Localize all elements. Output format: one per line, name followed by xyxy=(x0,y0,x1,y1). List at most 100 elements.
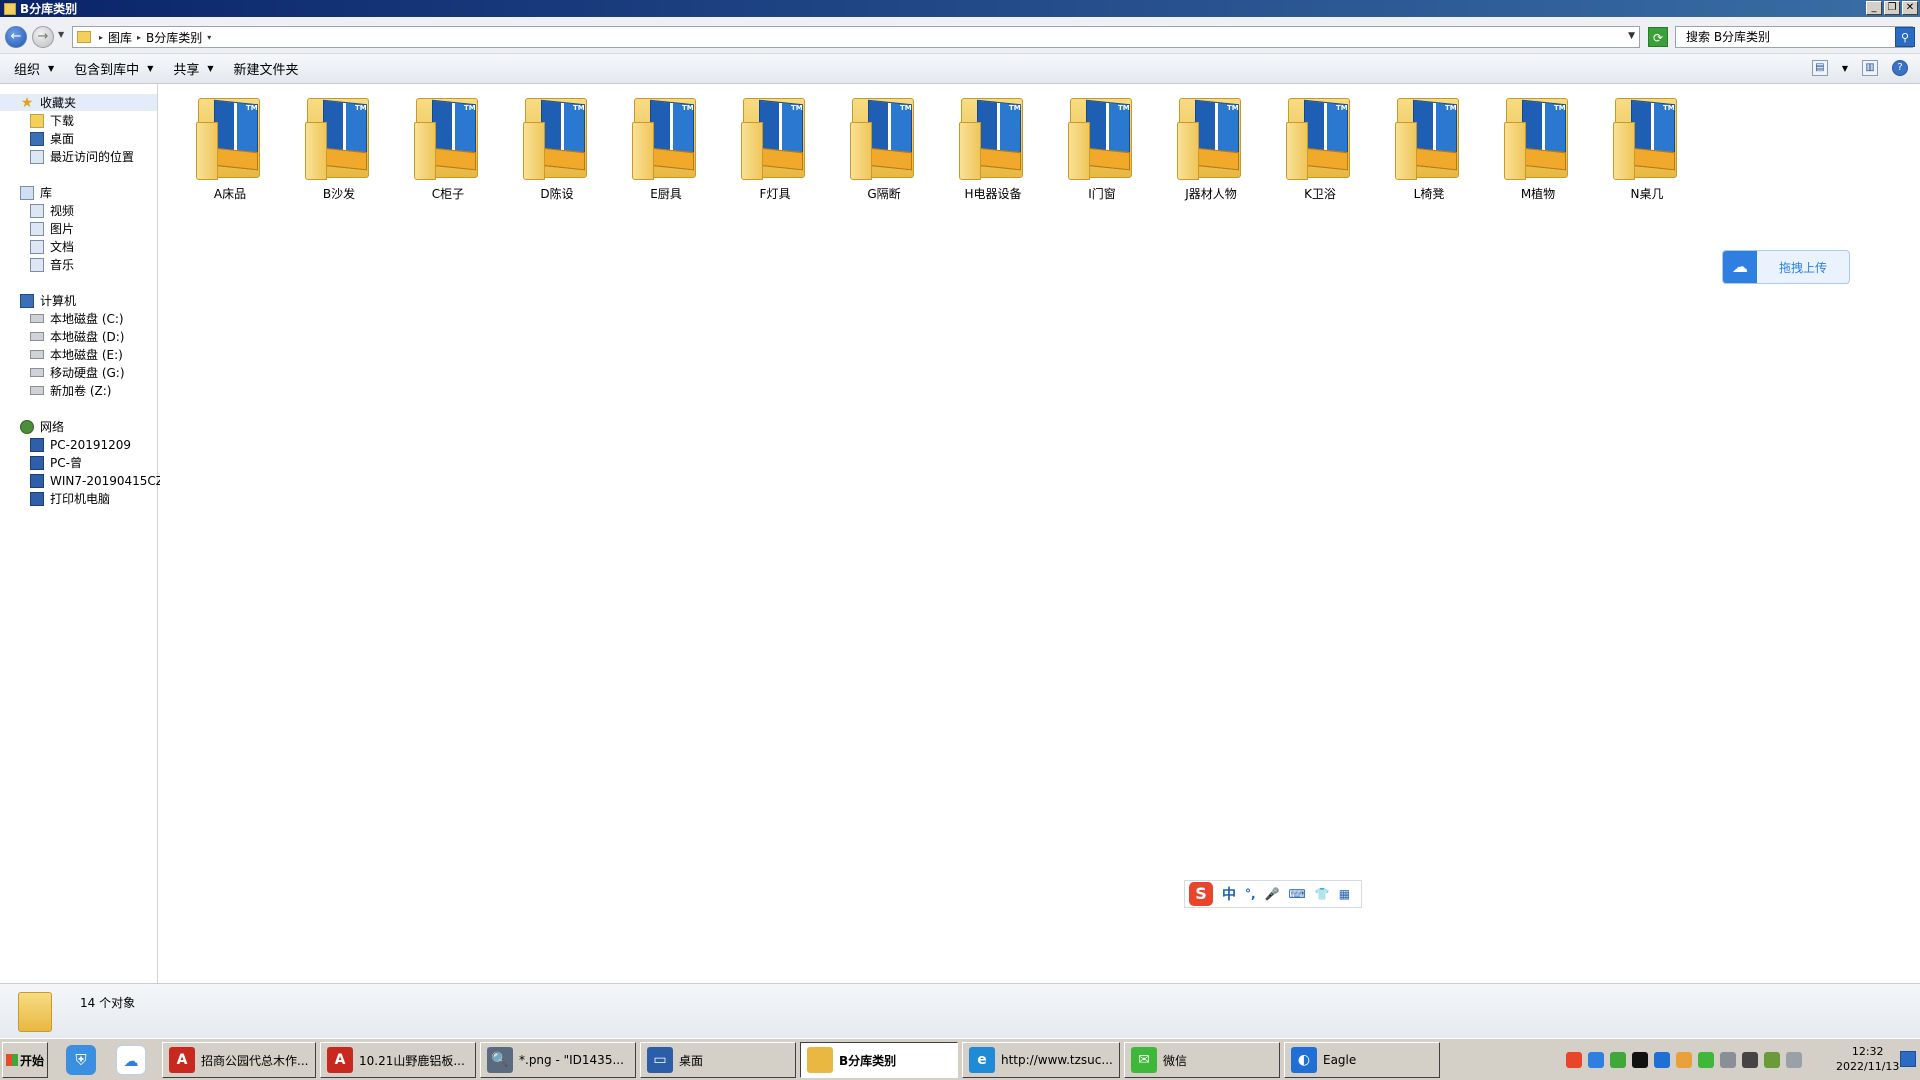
baidu-netdisk-icon[interactable]: ☁ xyxy=(116,1045,146,1075)
nav-downloads[interactable]: 下载 xyxy=(30,112,74,129)
search-input[interactable]: 搜索 B分库类别 xyxy=(1675,26,1913,48)
user-tray-icon[interactable] xyxy=(1742,1052,1758,1068)
show-desktop-button[interactable] xyxy=(1900,1051,1916,1067)
search-icon[interactable]: ⚲ xyxy=(1895,27,1915,47)
app-icon: ✉ xyxy=(1131,1047,1157,1073)
folder-item[interactable]: TM A床品 xyxy=(180,92,280,207)
taskbar-button[interactable]: B分库类别 xyxy=(800,1042,958,1078)
nav-drive-e[interactable]: 本地磁盘 (E:) xyxy=(30,346,123,363)
eagle-tray-icon[interactable] xyxy=(1654,1052,1670,1068)
nav-drive-d[interactable]: 本地磁盘 (D:) xyxy=(30,328,124,345)
taskbar-button[interactable]: e http://www.tzsuc... xyxy=(962,1042,1120,1078)
preview-pane-icon[interactable]: ▥ xyxy=(1862,60,1878,76)
nav-drive-z[interactable]: 新加卷 (Z:) xyxy=(30,382,111,399)
nav-favorites[interactable]: ★ 收藏夹 xyxy=(0,94,157,111)
nav-network-pc[interactable]: PC-20191209 xyxy=(30,436,131,453)
folder-item[interactable]: TM N桌几 xyxy=(1597,92,1697,207)
folder-item[interactable]: TM I门窗 xyxy=(1052,92,1152,207)
folder-icon: TM xyxy=(848,92,920,182)
taskbar-button[interactable]: A 10.21山野鹿铝板... xyxy=(320,1042,476,1078)
nav-videos[interactable]: 视频 xyxy=(30,202,74,219)
new-folder-button[interactable]: 新建文件夹 xyxy=(234,59,299,78)
sogou-tray-icon[interactable] xyxy=(1566,1052,1582,1068)
folder-item[interactable]: TM L椅凳 xyxy=(1379,92,1479,207)
network-computer-icon xyxy=(30,473,44,488)
folder-item[interactable]: TM D陈设 xyxy=(507,92,607,207)
folder-item[interactable]: TM E厨具 xyxy=(616,92,716,207)
windows-logo-icon xyxy=(5,1054,18,1066)
taskbar-button[interactable]: ▭ 桌面 xyxy=(640,1042,796,1078)
ime-toolbox-icon[interactable]: ▦ xyxy=(1339,887,1350,901)
nav-network-pc[interactable]: 打印机电脑 xyxy=(30,490,110,507)
taskbar-button-label: 桌面 xyxy=(679,1053,704,1068)
drag-upload-button[interactable]: ☁ 拖拽上传 xyxy=(1722,250,1850,284)
folder-item[interactable]: TM B沙发 xyxy=(289,92,389,207)
security-tray-icon[interactable] xyxy=(1764,1052,1780,1068)
folder-item[interactable]: TM F灯具 xyxy=(725,92,825,207)
nav-computer[interactable]: 计算机 xyxy=(20,292,76,309)
help-icon[interactable]: ? xyxy=(1892,60,1908,76)
taskbar-button[interactable]: A 招商公园代总木作... xyxy=(162,1042,316,1078)
network-tray-icon[interactable] xyxy=(1720,1052,1736,1068)
nav-drive-c[interactable]: 本地磁盘 (C:) xyxy=(30,310,124,327)
include-in-library-menu[interactable]: 包含到库中 ▼ xyxy=(74,59,153,78)
ime-punctuation-icon[interactable]: °, xyxy=(1245,887,1256,901)
sogou-ime-icon[interactable]: S xyxy=(1189,882,1213,906)
item-count: 14 个对象 xyxy=(80,996,136,1010)
view-dropdown-icon[interactable]: ▼ xyxy=(1842,64,1848,73)
nav-recent-places[interactable]: 最近访问的位置 xyxy=(30,148,134,165)
folder-item[interactable]: TM J器材人物 xyxy=(1161,92,1261,207)
clock[interactable]: 12:32 2022/11/13 xyxy=(1836,1044,1899,1074)
update-tray-icon[interactable] xyxy=(1610,1052,1626,1068)
organize-menu[interactable]: 组织 ▼ xyxy=(14,59,54,78)
breadcrumb-item[interactable]: 图库 xyxy=(108,29,132,46)
volume-icon[interactable] xyxy=(1786,1052,1802,1068)
breadcrumb-item[interactable]: B分库类别 xyxy=(146,29,202,46)
nav-pictures[interactable]: 图片 xyxy=(30,220,74,237)
back-button[interactable]: ← xyxy=(5,26,27,48)
share-menu[interactable]: 共享 ▼ xyxy=(173,59,213,78)
ime-mode-chinese[interactable]: 中 xyxy=(1222,884,1236,904)
computer-icon xyxy=(20,293,34,308)
nav-network[interactable]: 网络 xyxy=(20,418,64,435)
wechat-tray-icon[interactable] xyxy=(1698,1052,1714,1068)
nav-documents[interactable]: 文档 xyxy=(30,238,74,255)
taskbar-button-label: http://www.tzsuc... xyxy=(1001,1053,1113,1067)
folder-item[interactable]: TM H电器设备 xyxy=(943,92,1043,207)
taskbar-button[interactable]: ✉ 微信 xyxy=(1124,1042,1280,1078)
refresh-button[interactable]: ⟳ xyxy=(1648,27,1668,47)
ime-voice-icon[interactable]: 🎤 xyxy=(1265,887,1280,901)
taskbar-button[interactable]: ◐ Eagle xyxy=(1284,1042,1440,1078)
netdisk-tray-icon[interactable] xyxy=(1588,1052,1604,1068)
folder-item[interactable]: TM C柜子 xyxy=(398,92,498,207)
drive-icon xyxy=(30,368,44,377)
minimize-button[interactable]: _ xyxy=(1866,1,1882,15)
ime-skin-icon[interactable]: 👕 xyxy=(1315,887,1330,901)
ime-keyboard-icon[interactable]: ⌨ xyxy=(1289,887,1306,901)
address-dropdown[interactable]: ▼ xyxy=(1628,31,1635,41)
details-pane: 14 个对象 xyxy=(0,983,1920,1038)
folder-icon: TM xyxy=(194,92,266,182)
nav-network-pc[interactable]: WIN7-20190415CZ xyxy=(30,472,164,489)
address-field[interactable]: ▸ 图库 ▸ B分库类别 ▾ ▼ xyxy=(72,26,1640,48)
recent-pages-dropdown[interactable]: ▼ xyxy=(58,30,64,39)
ime-toolbar: S 中 °, 🎤 ⌨ 👕 ▦ xyxy=(1184,880,1362,908)
close-button[interactable]: ✕ xyxy=(1902,1,1918,15)
nav-drive-g[interactable]: 移动硬盘 (G:) xyxy=(30,364,125,381)
nav-network-pc[interactable]: PC-曾 xyxy=(30,454,82,471)
folder-item[interactable]: TM G隔断 xyxy=(834,92,934,207)
nav-desktop[interactable]: 桌面 xyxy=(30,130,74,147)
change-view-icon[interactable]: ▤ xyxy=(1811,60,1828,76)
nav-music[interactable]: 音乐 xyxy=(30,256,74,273)
forward-button[interactable]: → xyxy=(32,26,54,48)
restore-button[interactable]: ❐ xyxy=(1884,1,1900,15)
folder-item[interactable]: TM K卫浴 xyxy=(1270,92,1370,207)
start-button[interactable]: 开始 xyxy=(2,1042,48,1078)
app-tray-icon[interactable] xyxy=(1676,1052,1692,1068)
qq-tray-icon[interactable] xyxy=(1632,1052,1648,1068)
nav-libraries[interactable]: 库 xyxy=(20,184,52,201)
folder-icon: TM xyxy=(1175,92,1247,182)
security-shield-icon[interactable]: ⛨ xyxy=(66,1045,96,1075)
folder-item[interactable]: TM M植物 xyxy=(1488,92,1588,207)
taskbar-button[interactable]: 🔍 *.png - "ID1435... xyxy=(480,1042,636,1078)
